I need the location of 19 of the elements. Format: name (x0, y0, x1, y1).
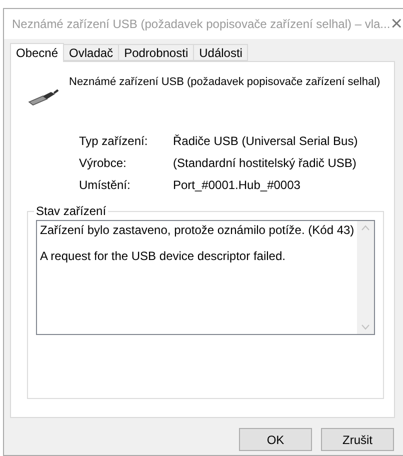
tab[interactable]: Události (193, 44, 248, 61)
property-value: (Standardní hostitelský řadič USB) (173, 156, 358, 170)
property-value: Port_#0001.Hub_#0003 (173, 178, 302, 192)
status-text-box[interactable]: Zařízení bylo zastaveno, protože oznámilo potíže. (Kód 43) A request for the USB device descriptor failed. (36, 220, 376, 335)
tab[interactable]: Ovladač (63, 44, 120, 61)
close-button[interactable]: × (390, 9, 403, 39)
tab[interactable]: Podrobnosti (118, 44, 194, 61)
property-label: Umístění: (79, 178, 132, 192)
status-message: Zařízení bylo zastaveno, protože oznámilo potíže. (Kód 43) (40, 223, 354, 237)
group-title: Stav zařízení (35, 204, 108, 218)
status-message: A request for the USB device descriptor failed. (40, 249, 286, 263)
dialog-button[interactable]: Zrušit (321, 428, 394, 451)
window-title: Neznámé zařízení USB (požadavek popisovače zařízení selhal) – vla... (12, 17, 390, 31)
property-label: Výrobce: (79, 156, 128, 170)
device-name: Neznámé zařízení USB (požadavek popisovače zařízení selhal) (69, 76, 380, 88)
dialog-button[interactable]: OK (239, 428, 312, 451)
property-label: Typ zařízení: (79, 134, 149, 148)
property-value: Řadiče USB (Universal Serial Bus) (173, 134, 359, 148)
tab[interactable]: Obecné (10, 43, 64, 62)
